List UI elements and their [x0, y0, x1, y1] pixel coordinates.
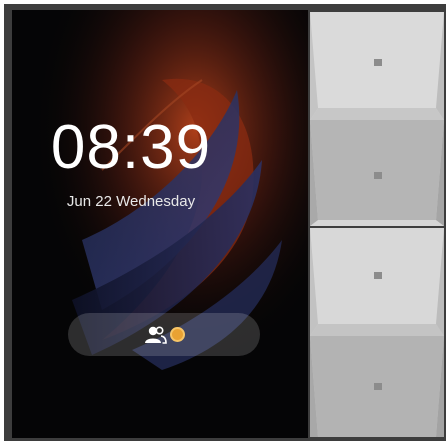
key-3-indicator [374, 272, 382, 279]
touch-screen[interactable]: 08:39 Jun 22 Wednesday [12, 10, 308, 438]
switch-panel-top [310, 12, 444, 226]
wallpaper [12, 10, 308, 438]
key-2-indicator [374, 172, 382, 179]
switch-panel-bottom [310, 228, 444, 437]
status-pill[interactable] [68, 313, 260, 356]
key-1-indicator [374, 59, 382, 66]
coin-icon [170, 327, 185, 342]
key-2-button[interactable] [310, 120, 444, 220]
key-4-indicator [374, 383, 382, 390]
key-3-button[interactable] [310, 228, 444, 328]
users-icon [145, 325, 167, 344]
key-1-button[interactable] [310, 12, 444, 112]
clock-time: 08:39 [50, 113, 212, 182]
clock-date: Jun 22 Wednesday [66, 193, 196, 210]
key-4-button[interactable] [310, 336, 444, 436]
